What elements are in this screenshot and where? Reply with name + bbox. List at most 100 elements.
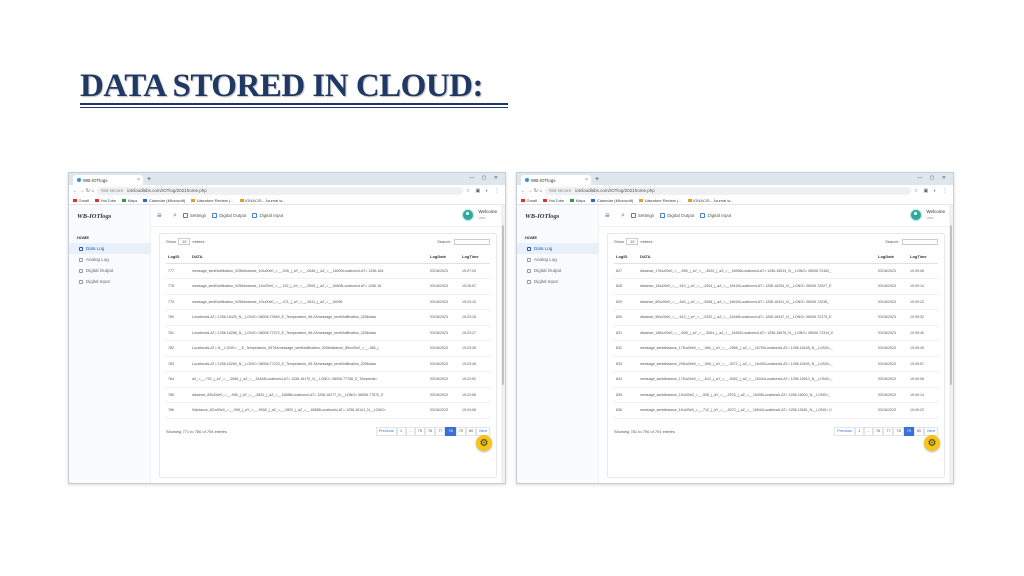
window-controls[interactable]: — ▢ ✕ — [917, 175, 949, 181]
search-icon[interactable]: ⌕ — [173, 212, 177, 220]
sidebar-item[interactable]: Digital Output — [69, 265, 150, 276]
column-header[interactable]: LogDate — [878, 251, 910, 264]
extension-icons[interactable]: ☆ ▣ ◐ ⋮ — [914, 188, 949, 194]
search-input[interactable] — [902, 238, 938, 245]
browser-nav-icons[interactable]: ← → ↻ ⌂ — [521, 188, 542, 194]
topnav-link[interactable]: Settings — [182, 213, 206, 218]
sidebar-item[interactable]: Data Log — [517, 243, 598, 254]
topnav-link[interactable]: Digital Output — [660, 213, 694, 218]
table-row[interactable]: 831 distance_186\u00e0_=__-608_|_aY_=__-3… — [614, 325, 938, 341]
page-button[interactable]: ... — [405, 426, 415, 436]
page-button[interactable]: 78 — [893, 426, 904, 436]
topnav-link[interactable]: Digital Input — [700, 213, 731, 218]
page-button[interactable]: 76 — [873, 426, 884, 436]
sidebar-item[interactable]: Analog Log — [69, 254, 150, 265]
bookmark-item[interactable]: Literature Review (... — [191, 198, 234, 203]
column-header[interactable]: LogTime — [910, 251, 938, 264]
page-button[interactable]: 80 — [913, 426, 925, 436]
search-input[interactable] — [454, 238, 490, 245]
table-row[interactable]: 785 distance_83\u00e0_=__-996_|_aY_=__-28… — [166, 387, 490, 403]
brand-logo[interactable]: WB-IOTlogs — [517, 205, 598, 227]
scrollbar[interactable] — [501, 205, 505, 483]
gear-icon[interactable]: ⚙ — [924, 435, 940, 451]
page-button[interactable]: 1 — [854, 426, 864, 436]
window-controls[interactable]: — ▢ ✕ — [469, 175, 501, 181]
menu-toggle-icon[interactable]: ≡ — [605, 211, 615, 220]
topnav-link[interactable]: Digital Input — [252, 213, 283, 218]
user-menu[interactable]: Welcome User — [462, 209, 497, 221]
topnav-link[interactable]: Digital Output — [212, 213, 246, 218]
bookmark-item[interactable]: Gmail — [73, 198, 89, 203]
bookmark-item[interactable]: Calendar (Microsoft) — [143, 198, 185, 203]
extension-icons[interactable]: ☆ ▣ ◐ ⋮ — [466, 188, 501, 194]
scrollbar[interactable] — [949, 205, 953, 483]
table-row[interactable]: 828 distance_15\u00e0_=__-910_|_aY_=__-29… — [614, 278, 938, 295]
new-tab-button[interactable]: + — [147, 175, 151, 185]
column-header[interactable]: LogDate — [430, 251, 462, 264]
tab-close-icon[interactable]: × — [585, 177, 588, 183]
table-row[interactable]: 781 Locations\LAT= 1256.16286_N__LONG= 08… — [166, 325, 490, 341]
page-button[interactable]: Previous — [375, 426, 397, 436]
table-row[interactable]: 829 distance_80\u00e0_=__-644_|_aY_=__-30… — [614, 294, 938, 310]
table-row[interactable]: 779 message_sentNotification_0256distance… — [166, 294, 490, 310]
column-header[interactable]: LogTime — [462, 251, 490, 264]
table-row[interactable]: 780 Locations\LAT= 1256.16420_N__LONG= 08… — [166, 309, 490, 326]
table-row[interactable]: 836 message_sentdistance_16\u00e0_=__-712… — [614, 402, 938, 419]
browser-tab[interactable]: WB-IOTlogs × — [521, 175, 591, 185]
bookmark-item[interactable]: IGNACIS - Journal w... — [239, 198, 285, 203]
bookmark-item[interactable]: YouTube — [542, 198, 564, 203]
entries-select[interactable]: 10 — [178, 238, 191, 245]
bookmark-item[interactable]: IGNACIS - Journal w... — [687, 198, 733, 203]
column-header[interactable]: DATA — [192, 251, 430, 264]
bookmark-item[interactable]: YouTube — [94, 198, 116, 203]
column-header[interactable]: LogID — [614, 251, 640, 264]
topnav-link[interactable]: Settings — [630, 213, 654, 218]
entries-select[interactable]: 10 — [626, 238, 639, 245]
bookmark-item[interactable]: Literature Review (... — [639, 198, 682, 203]
sidebar-item[interactable]: Digital Input — [517, 276, 598, 287]
sidebar-item[interactable]: Analog Log — [517, 254, 598, 265]
table-row[interactable]: 830 distance_96\u00e0_=__-612_|_aY_=__-32… — [614, 309, 938, 326]
scrollbar-thumb[interactable] — [950, 225, 952, 385]
search-icon[interactable]: ⌕ — [621, 212, 625, 220]
table-row[interactable]: 832 message_sentdistance_176\u00e0_=__-66… — [614, 340, 938, 357]
sidebar-item[interactable]: Digital Input — [69, 276, 150, 287]
url-field[interactable]: Not secure iotcloudlabs.com/IOTlog/2021ho… — [97, 186, 463, 195]
table-row[interactable]: 778 message_sentNotification_0256distance… — [166, 278, 490, 295]
table-row[interactable]: 784 aX_=__-792_|_aY_=__-2656_|_aZ_=__1644… — [166, 371, 490, 388]
url-field[interactable]: Not secure iotcloudlabs.com/IOTlog/2021ho… — [545, 186, 911, 195]
sidebar-item[interactable]: Data Log — [69, 243, 150, 254]
user-menu[interactable]: Welcome User — [910, 209, 945, 221]
table-row[interactable]: 827 distance_176\u00e0_=__-595_|_aY_=__-3… — [614, 263, 938, 279]
sidebar-item[interactable]: Digital Output — [517, 265, 598, 276]
menu-toggle-icon[interactable]: ≡ — [157, 211, 167, 220]
column-header[interactable]: DATA — [640, 251, 878, 264]
brand-logo[interactable]: WB-IOTlogs — [69, 205, 150, 227]
bookmark-item[interactable]: Maps — [570, 198, 585, 203]
page-button[interactable]: ... — [863, 426, 874, 436]
page-button[interactable]: 1 — [396, 426, 406, 436]
browser-nav-icons[interactable]: ← → ↻ ⌂ — [73, 188, 94, 194]
scrollbar-thumb[interactable] — [502, 225, 504, 385]
table-row[interactable]: 777 message_sentNotification_0256distance… — [166, 263, 490, 279]
table-row[interactable]: 833 message_sentdistance_206\u00e0_=__-59… — [614, 356, 938, 372]
page-button[interactable]: 79 — [903, 426, 914, 436]
table-row[interactable]: 786 Sdistance_82\u00e0_=__-998_|_aY_=__-9… — [166, 402, 490, 419]
tab-close-icon[interactable]: × — [137, 177, 140, 183]
browser-tab[interactable]: WB-IOTlogs × — [73, 175, 143, 185]
table-row[interactable]: 783 Locations\LAT= 1256.16260_N__LONG= 08… — [166, 356, 490, 372]
gear-icon[interactable]: ⚙ — [476, 435, 492, 451]
table-row[interactable]: 782 Locations\LAT= N__LONG= __E_Temperatu… — [166, 340, 490, 357]
new-tab-button[interactable]: + — [595, 175, 599, 185]
bookmark-item[interactable]: Maps — [122, 198, 137, 203]
page-button[interactable]: 80 — [465, 426, 477, 436]
table-row[interactable]: 834 message_sentdistance_176\u00e0_=__-61… — [614, 371, 938, 388]
table-row[interactable]: 835 message_sentdistance_16\u00e0_=__-508… — [614, 387, 938, 403]
page-button[interactable]: 77 — [883, 426, 894, 436]
page-button[interactable]: 76 — [425, 426, 436, 436]
page-button[interactable]: 75 — [414, 426, 426, 436]
bookmark-item[interactable]: Calendar (Microsoft) — [591, 198, 633, 203]
bookmark-item[interactable]: Gmail — [521, 198, 537, 203]
page-button[interactable]: 78 — [445, 426, 456, 436]
page-button[interactable]: 79 — [455, 426, 466, 436]
